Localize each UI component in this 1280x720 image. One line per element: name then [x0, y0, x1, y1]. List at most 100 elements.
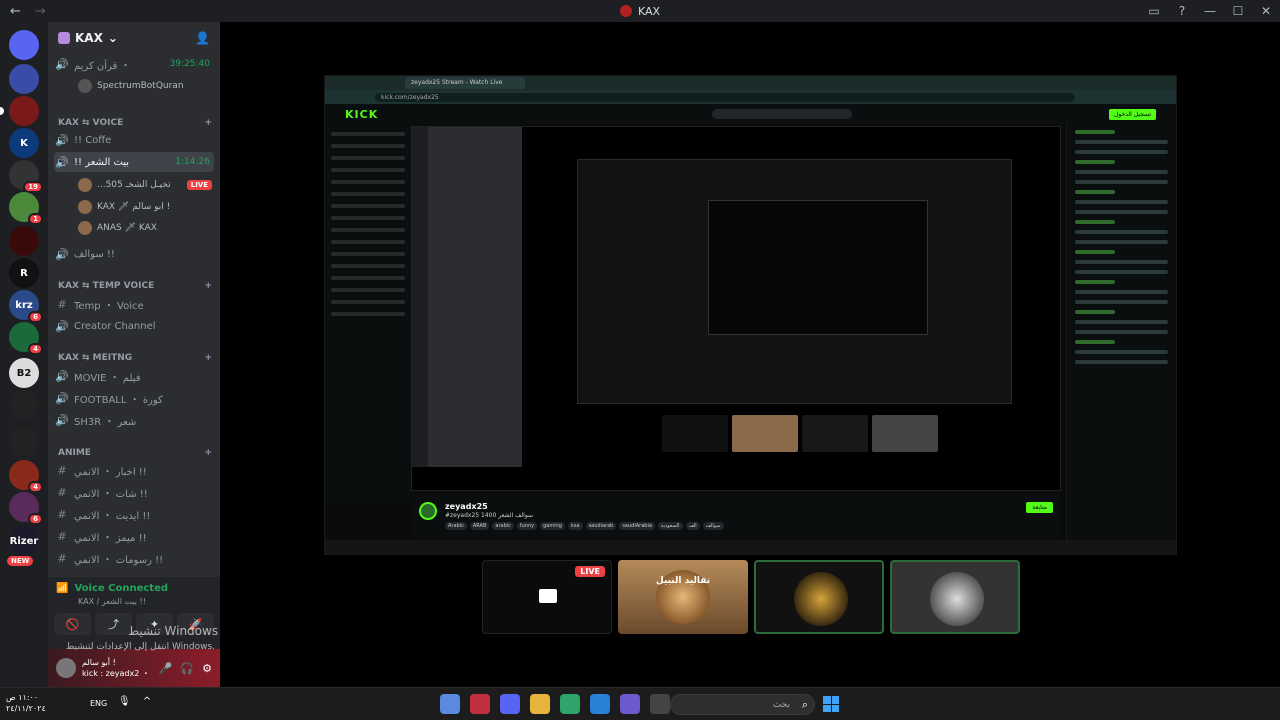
taskbar-search[interactable]: بحث ⌕	[670, 694, 815, 715]
unread-badge: 4	[28, 343, 43, 355]
stream-tag[interactable]: Arabic	[445, 522, 467, 530]
start-button[interactable]	[823, 696, 839, 712]
server-header[interactable]: KAX ⌄ 👤	[48, 22, 220, 54]
nested-sidebar	[412, 127, 522, 467]
add-member-icon[interactable]: 👤	[195, 31, 210, 45]
microphone-icon[interactable]: 🎤	[159, 662, 173, 675]
maximize-button[interactable]: ☐	[1224, 4, 1252, 18]
streamer-name[interactable]: zeyadx25	[445, 502, 488, 511]
voice-channel[interactable]: 🔊 قرآن كريم ・ 39:25:40	[54, 54, 214, 74]
text-channel[interactable]: # Temp ・ Voice	[54, 294, 214, 314]
server-icon[interactable]	[9, 226, 39, 256]
stream-tag[interactable]: gaming	[540, 522, 565, 530]
taskbar-app-icon[interactable]	[500, 694, 520, 714]
voice-user[interactable]: ...505 تخيـل الشخـ LIVE	[78, 175, 212, 195]
voice-user[interactable]: ANAS 🗡 KAX	[78, 218, 212, 238]
stream-tag[interactable]: السعودية	[657, 522, 683, 530]
minimize-button[interactable]: —	[1196, 4, 1224, 18]
voice-connected[interactable]: 📶 Voice Connected	[56, 583, 168, 594]
settings-gear-icon[interactable]: ⚙	[202, 662, 212, 675]
taskbar-app-icon[interactable]	[590, 694, 610, 714]
participant-tile[interactable]	[890, 560, 1020, 634]
text-channel[interactable]: # اخبار ・ الانمي !!	[54, 460, 214, 480]
taskbar-app-icon[interactable]	[530, 694, 550, 714]
stream-tag[interactable]: سوالف	[702, 522, 724, 530]
server-icon[interactable]: krz 6	[9, 290, 43, 323]
add-channel-icon[interactable]: +	[204, 353, 212, 363]
stream-tag[interactable]: الف	[685, 522, 700, 530]
channel-category[interactable]: KAX ⇆ MEITNG +	[58, 351, 212, 365]
participant-tile[interactable]: تقاليد النبيل	[618, 560, 748, 634]
channel-category[interactable]: KAX ⇆ VOICE +	[58, 116, 212, 130]
microphone-icon[interactable]: 🎙	[118, 696, 131, 707]
server-icon[interactable]: 4	[9, 460, 43, 493]
stream-tag[interactable]: ksa	[567, 522, 583, 530]
server-icon[interactable]: 4	[9, 322, 43, 355]
screen-share-tile[interactable]: LIVE	[482, 560, 612, 634]
headphones-icon[interactable]: 🎧	[180, 662, 194, 675]
screen-share-button[interactable]: ⤴	[95, 613, 132, 635]
add-channel-icon[interactable]: +	[204, 281, 212, 291]
server-icon[interactable]: Rizer	[9, 526, 39, 556]
server-icon[interactable]	[9, 96, 39, 126]
inbox-icon[interactable]: ▭	[1140, 4, 1168, 18]
kick-login-button[interactable]: تسجيل الدخول	[1109, 108, 1156, 120]
voice-user[interactable]: KAX 🗡 ابو سالم !	[78, 197, 212, 217]
voice-channel[interactable]: 🔊 سوالف !!	[54, 244, 214, 264]
voice-channel[interactable]: 🔊 MOVIE ・ فيلم	[54, 366, 214, 386]
user-name: ANAS 🗡 KAX	[97, 223, 157, 233]
help-icon[interactable]: ?	[1168, 4, 1196, 18]
kick-search[interactable]	[712, 109, 853, 119]
text-channel[interactable]: # ميمز ・ الانمي !!	[54, 526, 214, 546]
camera-off-button[interactable]: 🚫	[54, 613, 91, 635]
category-label: KAX ⇆ MEITNG	[58, 353, 133, 363]
server-icon[interactable]: K	[9, 128, 39, 158]
kick-logo[interactable]: KICK	[345, 108, 378, 121]
forward-arrow-icon[interactable]: →	[35, 4, 46, 19]
channel-category[interactable]: KAX ⇆ TEMP VOICE +	[58, 279, 212, 293]
url-field[interactable]: kick.com/zeyadx25	[375, 92, 1075, 102]
voice-channel[interactable]: 🔊 Creator Channel	[54, 316, 214, 336]
close-button[interactable]: ✕	[1252, 4, 1280, 18]
taskbar-app-icon[interactable]	[650, 694, 670, 714]
stream-tag[interactable]: ARAB	[469, 522, 490, 530]
voice-channel[interactable]: 🔊 !! بيت الشعر 1:14:26	[54, 152, 214, 172]
taskbar-app-icon[interactable]	[560, 694, 580, 714]
voice-user[interactable]: SpectrumBotQuran	[78, 76, 212, 96]
server-icon[interactable]	[9, 64, 39, 94]
voice-channel[interactable]: 🔊 !! Coffe	[54, 130, 214, 150]
stream-tag[interactable]: saudiarab	[585, 522, 617, 530]
stream-tag[interactable]: arabic	[492, 522, 514, 530]
server-icon[interactable]: 6	[9, 492, 43, 525]
follow-button[interactable]: متابعة	[1026, 502, 1053, 513]
back-arrow-icon[interactable]: ←	[10, 4, 21, 19]
participant-tile[interactable]	[754, 560, 884, 634]
taskbar-app-icon[interactable]	[620, 694, 640, 714]
streamer-avatar[interactable]	[419, 502, 437, 520]
server-icon[interactable]: 19	[9, 160, 43, 193]
language-indicator[interactable]: ENG	[90, 699, 107, 708]
channel-category[interactable]: ANIME +	[58, 446, 212, 460]
voice-channel[interactable]: 🔊 FOOTBALL ・ كورة	[54, 388, 214, 408]
text-channel[interactable]: # رسومات ・ الانمي !!	[54, 548, 214, 568]
server-icon[interactable]	[9, 390, 39, 420]
stream-tag[interactable]: funny	[516, 522, 538, 530]
text-channel[interactable]: # ايديت ・ الانمي !!	[54, 504, 214, 524]
avatar[interactable]	[56, 658, 76, 678]
add-channel-icon[interactable]: +	[204, 118, 212, 128]
server-icon[interactable]: R	[9, 258, 39, 288]
clock[interactable]: ١١:٠٠ ص ٢٤/١١/٢٠٢٤	[6, 692, 46, 714]
server-icon[interactable]: B2	[9, 358, 39, 388]
text-channel[interactable]: # شات ・ الانمي !!	[54, 482, 214, 502]
stream-viewer[interactable]: zeyadx25 Stream - Watch Live kick.com/ze…	[324, 75, 1177, 555]
taskbar-app-icon[interactable]	[470, 694, 490, 714]
voice-channel[interactable]: 🔊 SH3R ・ شعر	[54, 410, 214, 430]
chevron-up-icon[interactable]: ^	[143, 696, 151, 707]
stream-tag[interactable]: saudiArabia	[619, 522, 655, 530]
server-icon[interactable]: 1	[9, 192, 43, 225]
taskbar-app-icon[interactable]	[440, 694, 460, 714]
browser-tab[interactable]: zeyadx25 Stream - Watch Live	[405, 77, 525, 89]
add-channel-icon[interactable]: +	[204, 448, 212, 458]
server-icon[interactable]	[9, 426, 39, 456]
server-icon[interactable]	[9, 30, 39, 60]
